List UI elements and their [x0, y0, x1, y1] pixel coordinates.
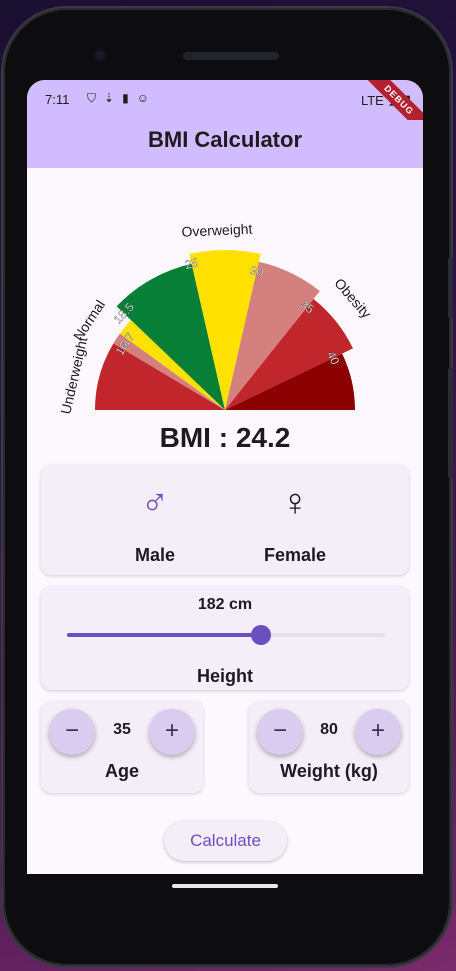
gauge-category-label: Normal — [70, 297, 108, 343]
weight-increment-button[interactable]: + — [355, 709, 401, 755]
weight-label: Weight (kg) — [280, 761, 378, 781]
network-type: LTE — [360, 92, 384, 108]
height-slider-fill — [67, 633, 261, 637]
sd-card-icon: ▮ — [122, 91, 129, 105]
gender-male-option[interactable]: ♂ Male — [75, 465, 235, 575]
earpiece-speaker — [183, 52, 279, 60]
home-gesture-handle[interactable] — [172, 884, 278, 888]
app-bar: BMI Calculator — [27, 120, 423, 168]
system-nav-bar — [27, 874, 423, 914]
height-value: 182 cm — [197, 596, 253, 613]
male-icon: ♂ — [140, 482, 170, 524]
app-screen: 7:11 ⛉ ⇣ ▮ ☺ LTE ◢ ▮ DEBUG BMI Calculato… — [27, 80, 423, 874]
shield-icon: ⛉ — [87, 91, 97, 105]
age-card: − 35 + Age — [41, 701, 203, 793]
bmi-result: BMI : 24.2 — [159, 422, 291, 453]
bmi-gauge-chart: 161718.525 303540UnderweightNormalOverwei… — [57, 221, 374, 416]
download-icon: ⇣ — [104, 91, 115, 105]
volume-button — [448, 258, 453, 318]
gauge-category-label: Underweight — [57, 335, 90, 415]
age-label: Age — [104, 761, 139, 781]
female-label: Female — [263, 545, 327, 565]
power-button — [448, 368, 453, 478]
age-increment-button[interactable]: + — [149, 709, 195, 755]
gauge-category-label: Obesity — [331, 275, 374, 321]
height-card: 182 cm Height — [41, 586, 409, 690]
height-slider-thumb[interactable] — [250, 625, 271, 645]
weight-card: − 80 + Weight (kg) — [249, 701, 409, 793]
male-label: Male — [134, 545, 176, 565]
female-icon: ♀ — [280, 482, 310, 524]
bmi-gauge: 16 17 18.5 25 30 35 40 Underweight Normal Overwei… — [27, 221, 423, 422]
page-title: BMI Calculator — [147, 127, 303, 152]
gender-female-option[interactable]: ♀ Female — [215, 465, 375, 575]
height-slider[interactable] — [67, 625, 385, 645]
height-label: Height — [197, 666, 253, 686]
gauge-category-label: Overweight — [181, 222, 253, 240]
face-icon: ☺ — [136, 91, 149, 105]
status-time: 7:11 — [45, 92, 70, 107]
calculate-button[interactable]: Calculate — [164, 821, 287, 861]
notification-icons: ⛉ ⇣ ▮ ☺ — [87, 91, 149, 106]
front-camera — [93, 48, 107, 62]
status-bar: 7:11 ⛉ ⇣ ▮ ☺ LTE ◢ ▮ DEBUG — [27, 80, 423, 142]
gender-selector: ♂ Male ♀ Female — [41, 465, 409, 575]
